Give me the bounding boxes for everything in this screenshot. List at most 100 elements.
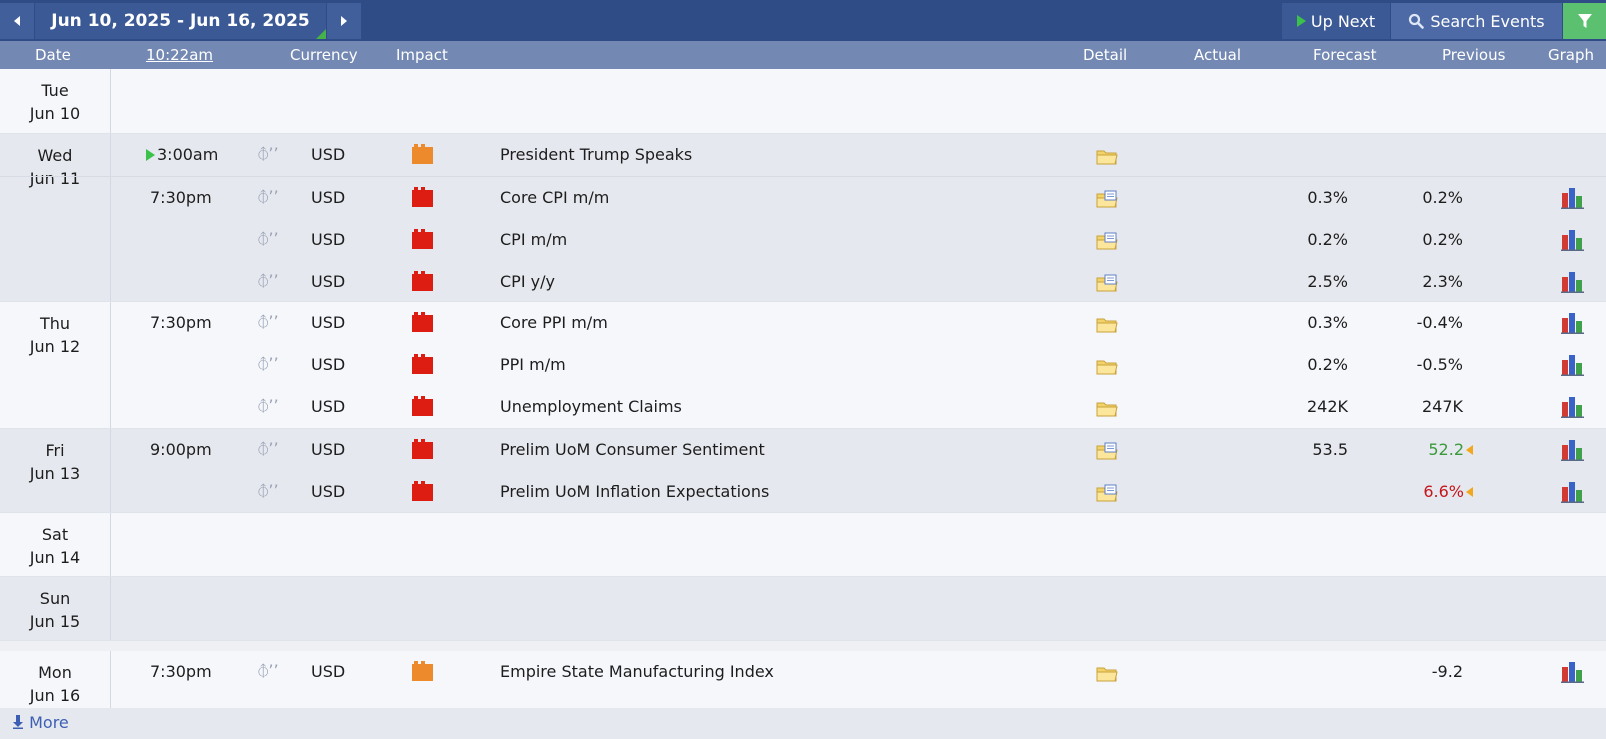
event-row[interactable]: ⦽’’ USD Unemployment Claims 242K 247K (0, 386, 1606, 428)
folder-doc-icon[interactable] (1096, 442, 1118, 464)
event-title[interactable]: PPI m/m (500, 355, 566, 374)
event-title[interactable]: Empire State Manufacturing Index (500, 662, 774, 681)
graph-icon[interactable] (1561, 229, 1585, 255)
event-previous-value: 52.2 (1428, 440, 1464, 459)
folder-doc-icon[interactable] (1096, 274, 1118, 296)
graph-icon[interactable] (1561, 271, 1585, 297)
day-label: Sat Jun 14 (0, 513, 111, 576)
graph-icon[interactable] (1561, 661, 1585, 687)
impact-folder-icon[interactable] (412, 312, 433, 332)
current-time-link[interactable]: 10:22am (146, 46, 213, 64)
event-currency: USD (311, 313, 346, 332)
event-time-value: 3:00am (157, 145, 219, 164)
event-previous-value: 0.2% (1422, 188, 1463, 207)
event-previous[interactable]: 247K (1422, 397, 1463, 416)
event-time: 7:30pm (150, 188, 212, 207)
folder-doc-icon[interactable] (1096, 232, 1118, 254)
day-group: Sun Jun 15 (0, 577, 1606, 641)
event-title[interactable]: President Trump Speaks (500, 145, 692, 164)
event-title[interactable]: CPI m/m (500, 230, 567, 249)
graph-icon[interactable] (1561, 312, 1585, 338)
event-forecast: 0.3% (1307, 188, 1348, 207)
impact-folder-icon[interactable] (412, 481, 433, 501)
speaker-icon[interactable]: ⦽’’ (258, 661, 279, 681)
event-previous[interactable]: 0.2% (1422, 230, 1463, 249)
folder-icon[interactable] (1096, 664, 1118, 686)
day-group: Sat Jun 14 (0, 513, 1606, 577)
event-previous[interactable]: -9.2 (1432, 662, 1463, 681)
speaker-icon[interactable]: ⦽’’ (258, 144, 279, 164)
folder-doc-icon[interactable] (1096, 484, 1118, 506)
graph-icon[interactable] (1561, 439, 1585, 465)
speaker-icon[interactable]: ⦽’’ (258, 187, 279, 207)
search-events-button[interactable]: Search Events (1391, 3, 1562, 39)
next-week-button[interactable] (327, 3, 361, 39)
event-row[interactable]: 7:30pm ⦽’’ USD Empire State Manufacturing I… (0, 651, 1606, 693)
event-row[interactable]: 9:00pm ⦽’’ USD Prelim UoM Consumer Sentimen… (0, 429, 1606, 471)
event-title[interactable]: Core PPI m/m (500, 313, 608, 332)
event-currency: USD (311, 145, 346, 164)
event-previous[interactable]: 52.2 (1428, 440, 1473, 459)
folder-doc-icon[interactable] (1096, 190, 1118, 212)
event-time: 7:30pm (150, 662, 212, 681)
triangle-right-icon (341, 16, 347, 26)
event-previous[interactable]: 2.3% (1422, 272, 1463, 291)
graph-icon[interactable] (1561, 396, 1585, 422)
day-group: Mon Jun 16 7:30pm ⦽’’ USD Empire State Manufa… (0, 651, 1606, 715)
event-row[interactable]: 7:30pm ⦽’’ USD Core CPI m/m 0.3% 0.2% (0, 176, 1606, 219)
speaker-icon[interactable]: ⦽’’ (258, 439, 279, 459)
event-currency: USD (311, 482, 346, 501)
event-previous[interactable]: 0.2% (1422, 188, 1463, 207)
day-date: Jun 10 (29, 104, 81, 123)
folder-icon[interactable] (1096, 147, 1118, 169)
day-date: Jun 15 (29, 612, 81, 631)
event-title[interactable]: Unemployment Claims (500, 397, 682, 416)
event-previous-value: 6.6% (1423, 482, 1464, 501)
event-row[interactable]: ⦽’’ USD Prelim UoM Inflation Expectations 6… (0, 471, 1606, 513)
event-title[interactable]: Prelim UoM Inflation Expectations (500, 482, 769, 501)
event-time: 3:00am (146, 145, 218, 164)
event-row[interactable]: 3:00am ⦽’’ USD President Trump Speaks (0, 134, 1606, 176)
impact-folder-icon[interactable] (412, 661, 433, 681)
graph-icon[interactable] (1561, 187, 1585, 213)
event-row[interactable]: ⦽’’ USD CPI y/y 2.5% 2.3% (0, 261, 1606, 303)
event-previous[interactable]: 6.6% (1423, 482, 1473, 501)
event-row[interactable]: ⦽’’ USD PPI m/m 0.2% -0.5% (0, 344, 1606, 386)
event-forecast: 53.5 (1312, 440, 1348, 459)
folder-icon[interactable] (1096, 357, 1118, 379)
event-time-value: 7:30pm (150, 313, 212, 332)
graph-icon[interactable] (1561, 481, 1585, 507)
date-range-button[interactable]: Jun 10, 2025 - Jun 16, 2025 (35, 3, 326, 39)
impact-folder-icon[interactable] (412, 144, 433, 164)
folder-icon[interactable] (1096, 315, 1118, 337)
graph-icon[interactable] (1561, 354, 1585, 380)
event-title[interactable]: Prelim UoM Consumer Sentiment (500, 440, 765, 459)
impact-folder-icon[interactable] (412, 354, 433, 374)
event-title[interactable]: CPI y/y (500, 272, 555, 291)
speaker-icon[interactable]: ⦽’’ (258, 271, 279, 291)
prev-week-button[interactable] (0, 3, 34, 39)
event-previous[interactable]: -0.4% (1417, 313, 1463, 332)
impact-folder-icon[interactable] (412, 396, 433, 416)
speaker-icon[interactable]: ⦽’’ (258, 229, 279, 249)
event-time: 9:00pm (150, 440, 212, 459)
impact-folder-icon[interactable] (412, 229, 433, 249)
impact-folder-icon[interactable] (412, 439, 433, 459)
event-previous-value: 0.2% (1422, 230, 1463, 249)
speaker-icon[interactable]: ⦽’’ (258, 354, 279, 374)
event-row[interactable]: 7:30pm ⦽’’ USD Core PPI m/m 0.3% -0.4% (0, 302, 1606, 344)
event-previous[interactable]: -0.5% (1417, 355, 1463, 374)
event-forecast: 242K (1306, 397, 1348, 416)
speaker-icon[interactable]: ⦽’’ (258, 312, 279, 332)
speaker-icon[interactable]: ⦽’’ (258, 396, 279, 416)
event-forecast: 0.3% (1307, 313, 1348, 332)
impact-folder-icon[interactable] (412, 187, 433, 207)
speaker-icon[interactable]: ⦽’’ (258, 481, 279, 501)
up-next-button[interactable]: Up Next (1282, 3, 1390, 39)
impact-folder-icon[interactable] (412, 271, 433, 291)
folder-icon[interactable] (1096, 399, 1118, 421)
filter-button[interactable] (1563, 3, 1606, 39)
more-link[interactable]: More (0, 708, 1606, 739)
event-title[interactable]: Core CPI m/m (500, 188, 609, 207)
event-row[interactable]: ⦽’’ USD CPI m/m 0.2% 0.2% (0, 219, 1606, 261)
